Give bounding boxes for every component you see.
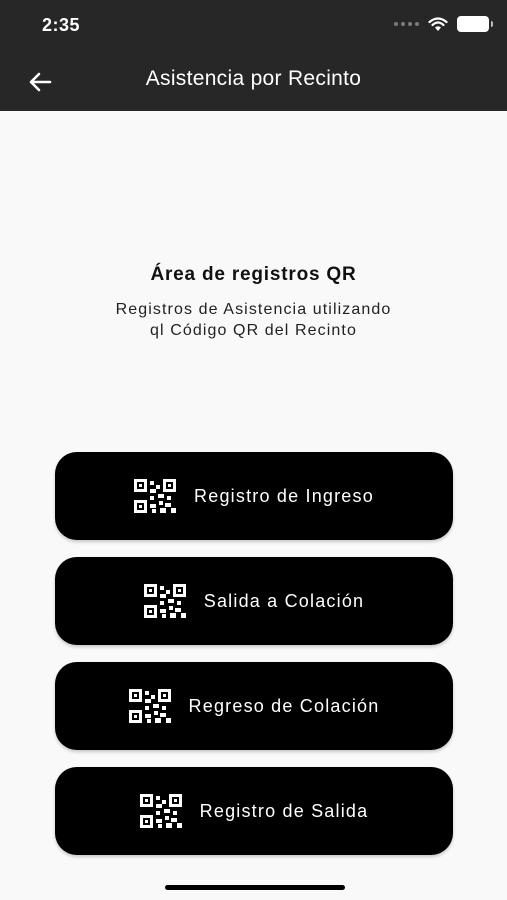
battery-icon	[457, 16, 493, 32]
salida-colacion-button[interactable]: Salida a Colación	[55, 557, 453, 645]
qr-code-icon	[128, 689, 171, 723]
signal-dots-icon	[394, 22, 419, 26]
status-icons	[394, 16, 493, 32]
registro-ingreso-button[interactable]: Registro de Ingreso	[55, 452, 453, 540]
registro-salida-button[interactable]: Registro de Salida	[55, 767, 453, 855]
button-label: Registro de Ingreso	[194, 485, 374, 506]
app-bar: 2:35 Asistencia por Recinto	[0, 0, 507, 111]
qr-code-icon	[139, 794, 182, 828]
home-indicator[interactable]	[165, 885, 345, 890]
intro-subtitle: Registros de Asistencia utilizando ql Có…	[0, 299, 507, 341]
button-label: Registro de Salida	[199, 800, 369, 821]
button-label: Regreso de Colación	[188, 695, 380, 716]
intro-subtitle-line2: ql Código QR del Recinto	[150, 322, 357, 339]
status-time: 2:35	[42, 15, 81, 35]
button-label: Salida a Colación	[203, 590, 365, 611]
regreso-colacion-button[interactable]: Regreso de Colación	[55, 662, 453, 750]
intro-heading: Área de registros QR	[150, 264, 357, 285]
wifi-icon	[428, 16, 448, 31]
page-title: Asistencia por Recinto	[145, 67, 362, 90]
qr-code-icon	[143, 584, 186, 618]
intro-section: Área de registros QR Registros de Asiste…	[0, 264, 507, 341]
qr-code-icon	[134, 479, 177, 513]
intro-subtitle-line1: Registros de Asistencia utilizando	[115, 301, 392, 318]
